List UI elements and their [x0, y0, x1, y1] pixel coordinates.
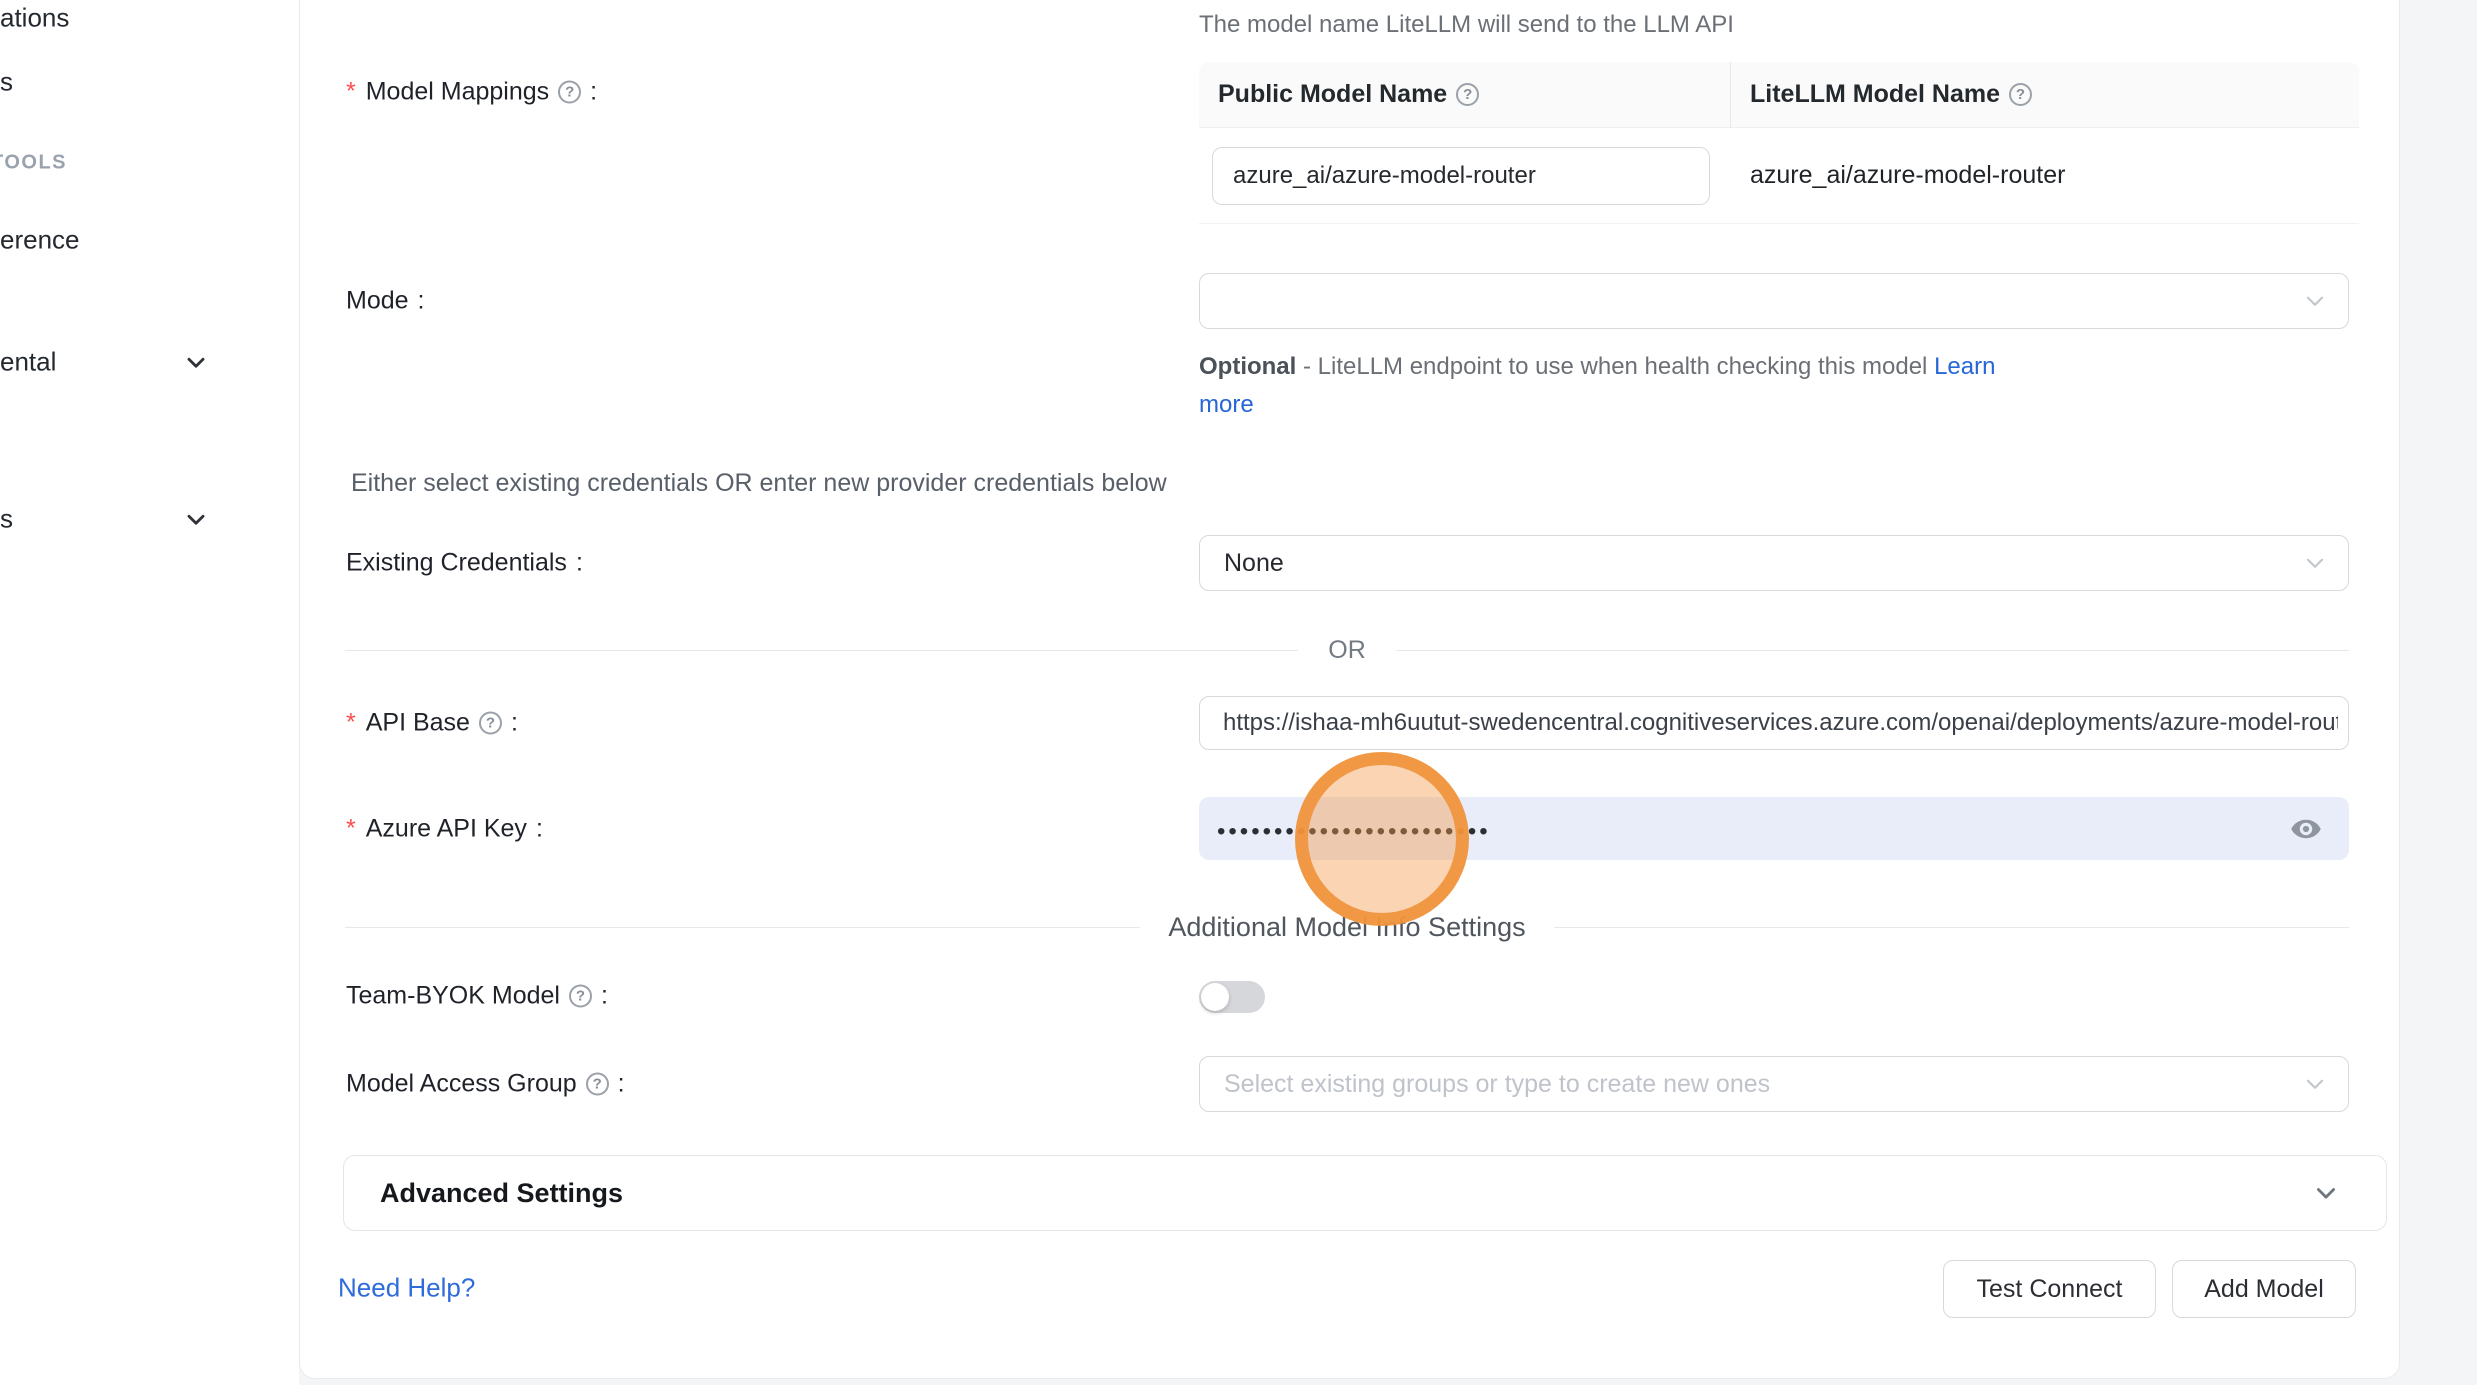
help-icon[interactable]: ?: [569, 985, 592, 1008]
mode-label: Mode :: [346, 287, 425, 316]
sidebar-item-experimental[interactable]: ental: [0, 347, 56, 378]
required-asterisk: *: [346, 815, 356, 844]
litellm-model-name-value: azure_ai/azure-model-router: [1730, 161, 2359, 190]
help-icon[interactable]: ?: [2009, 83, 2032, 106]
sidebar-item-label: s: [0, 67, 13, 98]
azure-api-key-input[interactable]: ••••••••••••••••••••••••: [1199, 797, 2349, 860]
need-help-link[interactable]: Need Help?: [338, 1273, 475, 1304]
chevron-down-icon: [2312, 1179, 2340, 1207]
model-name-help-text: The model name LiteLLM will send to the …: [1199, 11, 1734, 39]
chevron-down-icon: [2302, 1071, 2328, 1097]
required-asterisk: *: [346, 78, 356, 107]
help-icon[interactable]: ?: [586, 1073, 609, 1096]
additional-settings-divider: Additional Model Info Settings: [345, 907, 2349, 947]
sidebar-item-settings[interactable]: s: [0, 504, 13, 535]
or-divider: OR: [345, 630, 2349, 670]
mode-select[interactable]: [1199, 273, 2349, 329]
team-byok-toggle[interactable]: [1199, 981, 1265, 1013]
sidebar: ations s TOOLS erence ental s: [0, 0, 299, 1385]
additional-settings-divider-text: Additional Model Info Settings: [1168, 912, 1525, 943]
or-divider-text: OR: [1328, 636, 1366, 665]
sidebar-item-label: s: [0, 504, 13, 535]
chevron-down-icon: [2302, 288, 2328, 314]
help-icon[interactable]: ?: [558, 81, 581, 104]
chevron-down-icon: [183, 506, 209, 532]
required-asterisk: *: [346, 709, 356, 738]
add-model-button[interactable]: Add Model: [2172, 1260, 2356, 1318]
sidebar-section-label: TOOLS: [0, 152, 67, 174]
model-mappings-label: * Model Mappings ? :: [346, 78, 597, 107]
api-base-input[interactable]: [1199, 696, 2349, 750]
sidebar-item-label: erence: [0, 225, 80, 256]
team-byok-label: Team-BYOK Model ? :: [346, 982, 608, 1011]
eye-icon[interactable]: [2289, 812, 2323, 846]
help-icon[interactable]: ?: [1456, 83, 1479, 106]
table-row: azure_ai/azure-model-router: [1199, 128, 2359, 224]
sidebar-item-label: ations: [0, 3, 69, 34]
masked-api-key-value: ••••••••••••••••••••••••: [1217, 814, 1491, 844]
sidebar-section-tools: TOOLS: [0, 152, 67, 175]
sidebar-item-organizations[interactable]: ations: [0, 3, 69, 34]
model-mappings-table-header: Public Model Name ? LiteLLM Model Name ?: [1199, 62, 2359, 128]
sidebar-item-label: ental: [0, 347, 56, 378]
api-base-label: * API Base ? :: [346, 709, 518, 738]
toggle-knob: [1201, 983, 1229, 1011]
mode-help-text: Optional - LiteLLM endpoint to use when …: [1199, 348, 2024, 424]
sidebar-item-api-reference[interactable]: erence: [0, 225, 80, 256]
column-header-public-model-name: Public Model Name ?: [1199, 80, 1730, 109]
chevron-down-icon: [2302, 550, 2328, 576]
model-mappings-table: Public Model Name ? LiteLLM Model Name ?…: [1199, 62, 2359, 224]
help-icon[interactable]: ?: [479, 712, 502, 735]
existing-credentials-select[interactable]: None: [1199, 535, 2349, 591]
existing-credentials-label: Existing Credentials :: [346, 549, 583, 578]
test-connect-button[interactable]: Test Connect: [1943, 1260, 2156, 1318]
credentials-note: Either select existing credentials OR en…: [351, 469, 1167, 498]
model-access-group-label: Model Access Group ? :: [346, 1070, 625, 1099]
select-placeholder: Select existing groups or type to create…: [1224, 1070, 1770, 1099]
column-header-litellm-model-name: LiteLLM Model Name ?: [1730, 62, 2359, 127]
chevron-down-icon: [183, 349, 209, 375]
model-access-group-select[interactable]: Select existing groups or type to create…: [1199, 1056, 2349, 1112]
add-model-page: ations s TOOLS erence ental s The model …: [0, 0, 2477, 1385]
sidebar-item[interactable]: s: [0, 67, 13, 98]
azure-api-key-label: * Azure API Key :: [346, 815, 543, 844]
add-model-form-card: The model name LiteLLM will send to the …: [299, 0, 2400, 1379]
public-model-name-input[interactable]: [1212, 147, 1710, 205]
advanced-settings-title: Advanced Settings: [380, 1178, 2312, 1209]
advanced-settings-toggle[interactable]: Advanced Settings: [343, 1155, 2387, 1231]
